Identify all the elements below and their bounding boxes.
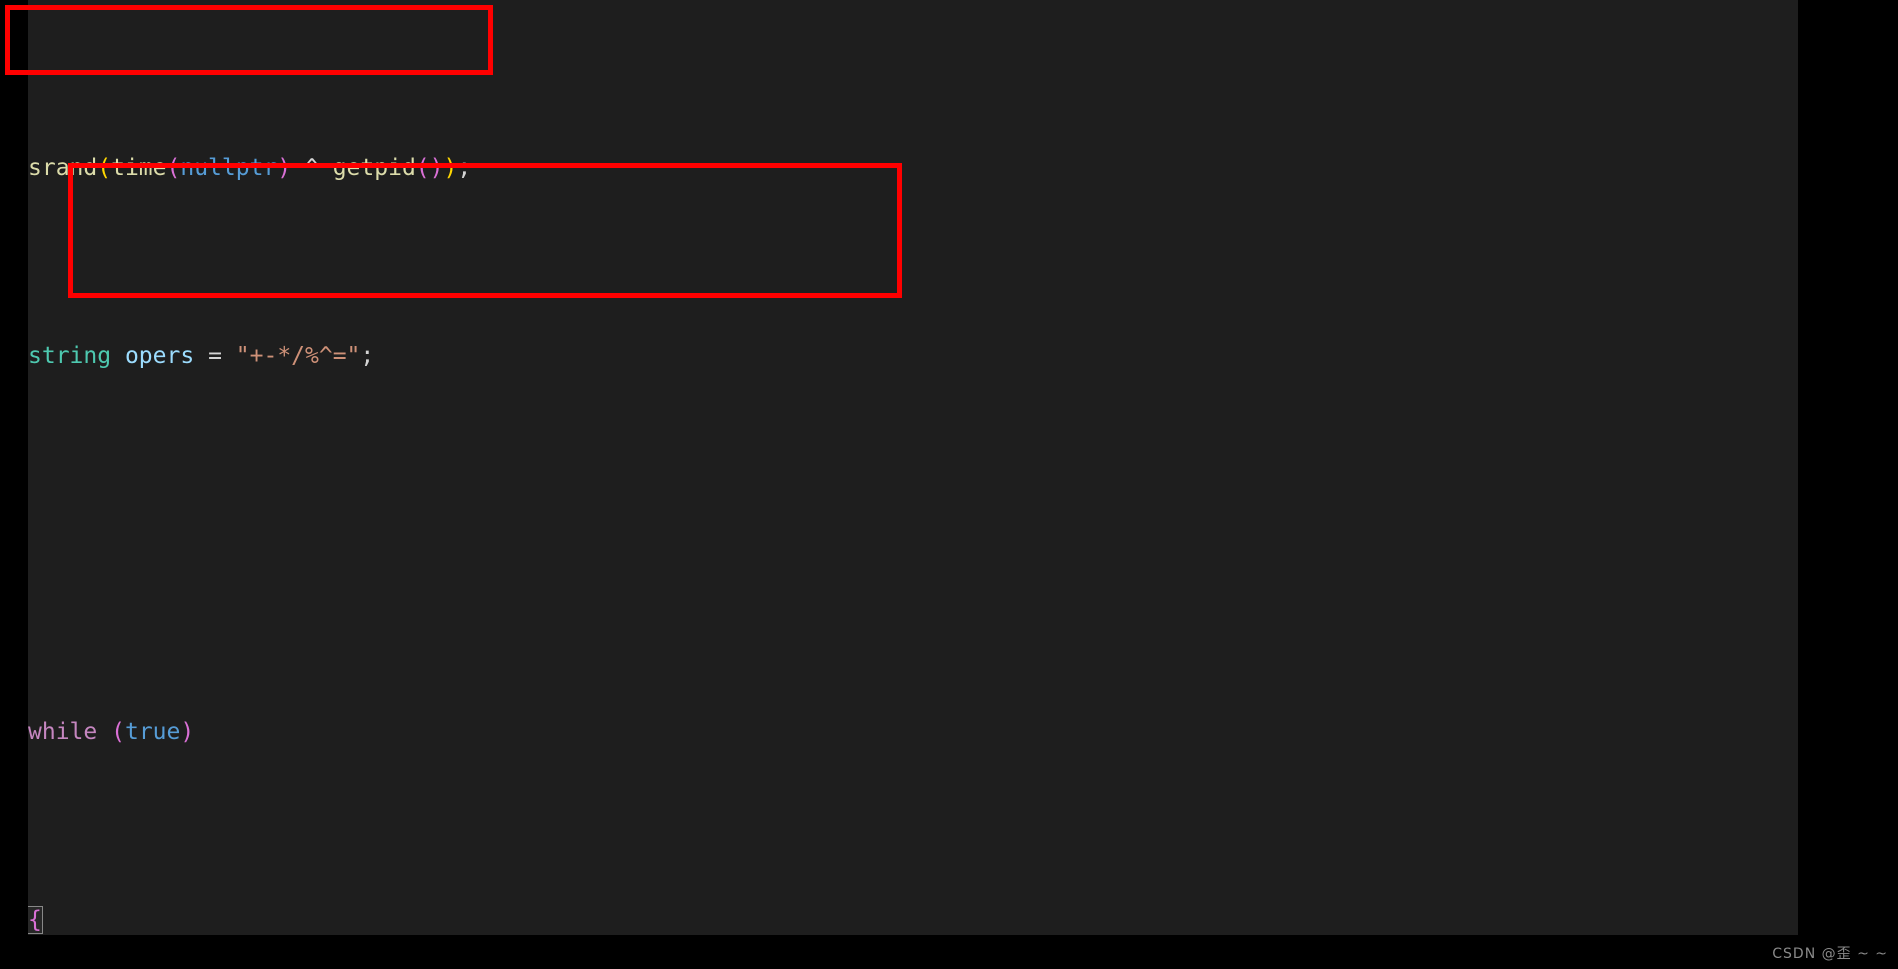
code-line-4[interactable]: while (true) (28, 714, 1798, 752)
token-string: "+-*/%^=" (235, 343, 361, 370)
token-bracket: () (415, 155, 444, 182)
code-line-2[interactable]: string opers = "+-*/%^="; (28, 338, 1798, 376)
token-function: srand (28, 155, 98, 182)
code-content[interactable]: srand(time(nullptr) ^ getpid()); string … (28, 0, 1798, 935)
code-editor-viewport[interactable]: srand(time(nullptr) ^ getpid()); string … (28, 0, 1798, 935)
token-semicolon: ; (457, 155, 472, 182)
token-bracket: ) (443, 155, 458, 182)
csdn-watermark: CSDN @歪 ~ ~ (1772, 946, 1888, 962)
token-semicolon: ; (360, 343, 375, 370)
token-operator: = (208, 343, 222, 370)
token-variable: opers (124, 343, 195, 370)
token-function: time (111, 155, 167, 182)
token-keyword: true (124, 719, 181, 746)
screenshot-root: srand(time(nullptr) ^ getpid()); string … (0, 0, 1898, 969)
token-bracket: ( (111, 719, 125, 746)
code-line-3-blank[interactable] (28, 526, 1798, 564)
token-function: getpid (332, 155, 416, 182)
code-line-5[interactable]: { (28, 902, 1798, 935)
token-keyword: while (28, 719, 98, 746)
token-bracket: ) (180, 719, 195, 746)
token-type: string (28, 343, 112, 370)
token-bracket: ) (277, 155, 292, 182)
token-keyword: nullptr (180, 155, 278, 182)
token-bracket: ( (97, 155, 112, 182)
token-bracket-match-open: { (28, 906, 43, 935)
code-line-1[interactable]: srand(time(nullptr) ^ getpid()); (28, 150, 1798, 188)
token-operator: ^ (291, 155, 333, 182)
bottom-black-strip (0, 935, 1898, 969)
token-bracket: ( (166, 155, 181, 182)
editor-left-gutter (0, 0, 28, 969)
